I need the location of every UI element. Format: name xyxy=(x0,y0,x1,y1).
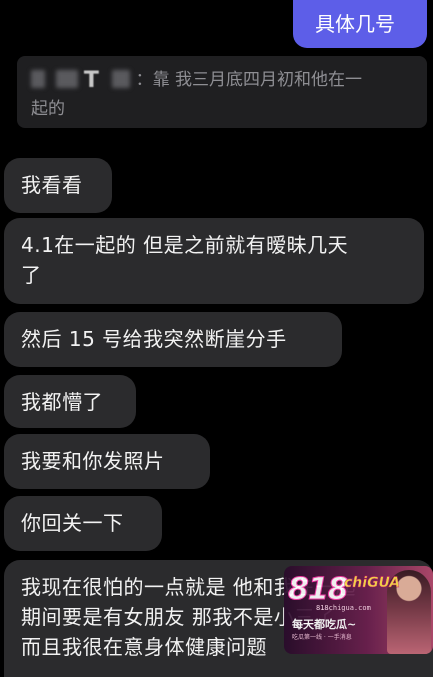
message-text: 我要和你发照片 xyxy=(21,449,165,473)
watermark-logo-sub: chiGUA xyxy=(344,575,401,591)
received-message-bubble[interactable]: 4.1在一起的 但是之前就有暧昧几天 了 xyxy=(4,218,424,304)
received-message-bubble[interactable]: 我要和你发照片 xyxy=(4,434,210,489)
site-watermark: 818 chiGUA 818chigua.com 每天都吃瓜~ 吃瓜第一线 · … xyxy=(284,566,433,654)
message-text: 然后 15 号给我突然断崖分手 xyxy=(21,327,287,351)
quote-line-1: T ：靠 我三月底四月初和他在一 xyxy=(31,66,415,95)
quote-text-line-2: 起的 xyxy=(31,99,65,119)
watermark-small-text: 吃瓜第一线 · 一手消息 xyxy=(292,634,352,641)
watermark-url: 818chigua.com xyxy=(316,604,371,612)
blurred-sender-name xyxy=(31,70,45,88)
message-text: 具体几号 xyxy=(315,12,395,36)
message-text: 我看看 xyxy=(21,173,83,197)
received-message-bubble[interactable]: 你回关一下 xyxy=(4,496,162,551)
message-text: 你回关一下 xyxy=(21,511,124,535)
message-text: 4.1在一起的 但是之前就有暧昧几天 xyxy=(21,233,349,257)
sent-message-bubble[interactable]: 具体几号 xyxy=(293,0,427,48)
watermark-logo: 818 xyxy=(288,572,350,608)
message-text: 了 xyxy=(21,263,42,287)
blurred-sender-name xyxy=(56,70,79,88)
blurred-sender-name xyxy=(112,70,131,88)
quote-text: ：靠 我三月底四月初和他在一 xyxy=(135,70,363,90)
quoted-message[interactable]: T ：靠 我三月底四月初和他在一 起的 xyxy=(17,56,427,128)
sender-initial: T xyxy=(83,68,99,93)
received-message-bubble[interactable]: 我看看 xyxy=(4,158,112,213)
watermark-slogan: 每天都吃瓜~ xyxy=(292,618,357,631)
received-message-bubble[interactable]: 然后 15 号给我突然断崖分手 xyxy=(4,312,342,367)
received-message-bubble[interactable]: 我都懵了 xyxy=(4,375,136,428)
message-text: 我都懵了 xyxy=(21,390,103,414)
